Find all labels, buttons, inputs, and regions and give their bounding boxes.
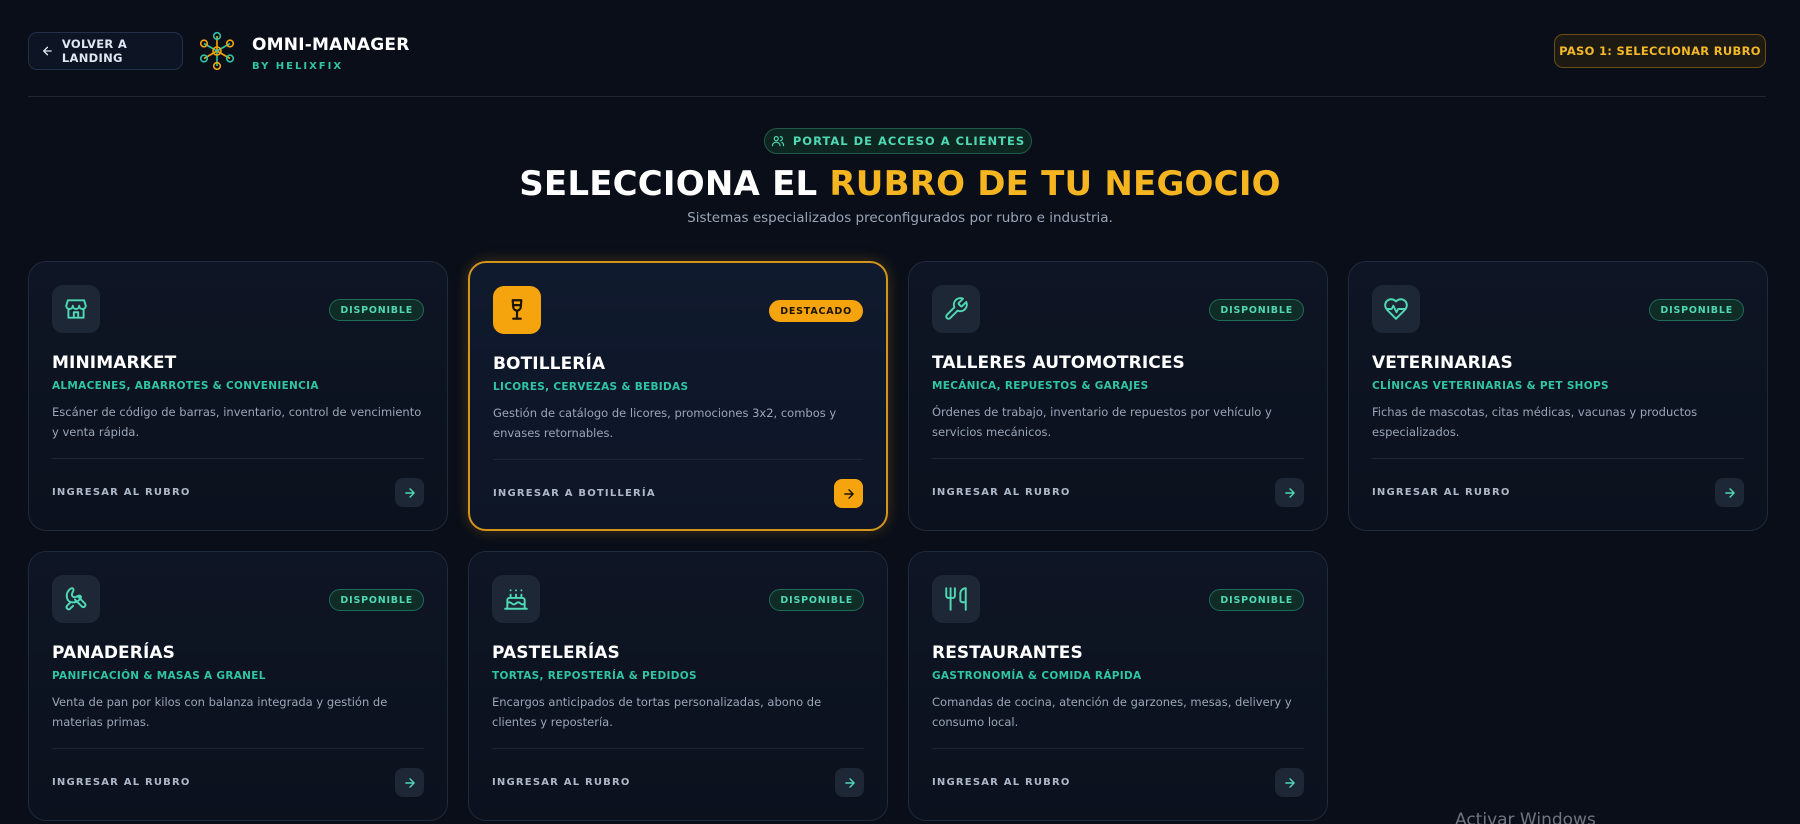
card-subtitle: PANIFICACIÓN & MASAS A GRANEL [52, 670, 266, 682]
enter-botilleria-button[interactable] [834, 479, 863, 508]
wine-glass-icon [511, 299, 523, 320]
arrow-right-icon [1284, 487, 1295, 498]
card-description: Comandas de cocina, atención de garzones… [932, 695, 1292, 729]
status-badge: DISPONIBLE [1649, 299, 1744, 321]
enter-rubro-link[interactable]: INGRESAR AL RUBRO [492, 777, 631, 788]
status-badge: DISPONIBLE [769, 589, 864, 611]
card-icon-box [1372, 285, 1420, 333]
card-subtitle: GASTRONOMÍA & COMIDA RÁPIDA [932, 670, 1142, 682]
card-description: Órdenes de trabajo, inventario de repues… [932, 405, 1272, 439]
enter-rubro-button[interactable] [1275, 478, 1304, 507]
card-icon-box [493, 286, 541, 334]
card-divider [1372, 458, 1744, 459]
step-indicator-badge: PASO 1: SELECCIONAR RUBRO [1554, 34, 1766, 68]
card-description: Encargos anticipados de tortas personali… [492, 695, 822, 729]
featured-badge: DESTACADO [769, 300, 863, 322]
portal-pill-label: PORTAL DE ACCESO A CLIENTES [792, 134, 1026, 148]
card-icon-box [492, 575, 540, 623]
users-icon [771, 136, 784, 147]
business-card-veterinarias[interactable]: DISPONIBLE VETERINARIAS CLÍNICAS VETERIN… [1348, 261, 1768, 531]
card-title: PASTELERÍAS [492, 643, 620, 663]
card-divider [493, 459, 863, 460]
enter-rubro-button[interactable] [835, 768, 864, 797]
card-subtitle: TORTAS, REPOSTERÍA & PEDIDOS [492, 670, 697, 682]
card-title: VETERINARIAS [1372, 353, 1513, 373]
business-card-pastelerias[interactable]: DISPONIBLE PASTELERÍAS TORTAS, REPOSTERÍ… [468, 551, 888, 821]
arrow-left-icon [43, 46, 52, 56]
enter-rubro-link[interactable]: INGRESAR AL RUBRO [932, 487, 1071, 498]
enter-rubro-link[interactable]: INGRESAR AL RUBRO [1372, 487, 1511, 498]
enter-rubro-button[interactable] [395, 478, 424, 507]
business-card-minimarket[interactable]: DISPONIBLE MINIMARKET ALMACENES, ABARROT… [28, 261, 448, 531]
enter-rubro-link[interactable]: INGRESAR AL RUBRO [932, 777, 1071, 788]
card-title: BOTILLERÍA [493, 354, 606, 374]
card-description: Gestión de catálogo de licores, promocio… [493, 406, 837, 440]
card-subtitle: CLÍNICAS VETERINARIAS & PET SHOPS [1372, 380, 1609, 392]
card-description: Fichas de mascotas, citas médicas, vacun… [1372, 405, 1698, 439]
store-icon [65, 299, 87, 319]
page-subtitle: Sistemas especializados preconfigurados … [687, 210, 1113, 226]
card-title: MINIMARKET [52, 353, 177, 373]
arrow-right-icon [843, 488, 854, 499]
status-badge: DISPONIBLE [329, 589, 424, 611]
enter-rubro-button[interactable] [1715, 478, 1744, 507]
status-badge: DISPONIBLE [329, 299, 424, 321]
brand-name: OMNI-MANAGER [252, 35, 410, 55]
card-subtitle: MECÁNICA, REPUESTOS & GARAJES [932, 380, 1149, 392]
card-description: Escáner de código de barras, inventario,… [52, 405, 422, 439]
windows-activation-watermark: Activar Windows [1455, 810, 1596, 824]
status-badge: DISPONIBLE [1209, 299, 1304, 321]
cake-icon [504, 589, 528, 610]
utensils-icon [945, 587, 967, 611]
card-icon-box [932, 575, 980, 623]
enter-rubro-button[interactable] [1275, 768, 1304, 797]
enter-botilleria-link[interactable]: INGRESAR A BOTILLERÍA [493, 488, 656, 499]
card-description: Venta de pan por kilos con balanza integ… [52, 695, 388, 729]
enter-rubro-button[interactable] [395, 768, 424, 797]
card-divider [932, 748, 1304, 749]
brand-subtitle: BY HELIXFIX [252, 61, 344, 72]
card-subtitle: ALMACENES, ABARROTES & CONVENIENCIA [52, 380, 319, 392]
arrow-right-icon [1724, 487, 1735, 498]
croissant-icon [65, 587, 87, 611]
heart-pulse-icon [1384, 298, 1408, 320]
business-card-botilleria[interactable]: DESTACADO BOTILLERÍA LICORES, CERVEZAS &… [468, 261, 888, 531]
page-title: SELECCIONA EL RUBRO DE TU NEGOCIO [0, 164, 1800, 204]
card-subtitle: LICORES, CERVEZAS & BEBIDAS [493, 381, 689, 393]
back-button-label: VOLVER A LANDING [61, 37, 128, 65]
card-divider [52, 748, 424, 749]
top-header: VOLVER A LANDING OMNI-MANAGER BY HELIXFI… [28, 28, 1766, 97]
card-divider [932, 458, 1304, 459]
wrench-icon [945, 297, 968, 320]
arrow-right-icon [844, 777, 855, 788]
card-divider [52, 458, 424, 459]
card-icon-box [52, 575, 100, 623]
enter-rubro-link[interactable]: INGRESAR AL RUBRO [52, 777, 191, 788]
business-card-talleres[interactable]: DISPONIBLE TALLERES AUTOMOTRICES MECÁNIC… [908, 261, 1328, 531]
card-icon-box [52, 285, 100, 333]
arrow-right-icon [404, 487, 415, 498]
client-portal-pill: PORTAL DE ACCESO A CLIENTES [764, 128, 1032, 154]
back-to-landing-button[interactable]: VOLVER A LANDING [28, 32, 183, 70]
arrow-right-icon [404, 777, 415, 788]
card-title: TALLERES AUTOMOTRICES [932, 353, 1185, 373]
business-card-restaurantes[interactable]: DISPONIBLE RESTAURANTES GASTRONOMÍA & CO… [908, 551, 1328, 821]
card-title: RESTAURANTES [932, 643, 1083, 663]
card-title: PANADERÍAS [52, 643, 175, 663]
arrow-right-icon [1284, 777, 1295, 788]
hexagon-network-logo-icon [199, 31, 235, 71]
status-badge: DISPONIBLE [1209, 589, 1304, 611]
page-title-main: SELECCIONA EL [519, 164, 830, 204]
card-icon-box [932, 285, 980, 333]
card-divider [492, 748, 864, 749]
business-card-panaderias[interactable]: DISPONIBLE PANADERÍAS PANIFICACIÓN & MAS… [28, 551, 448, 821]
enter-rubro-link[interactable]: INGRESAR AL RUBRO [52, 487, 191, 498]
page-title-accent: RUBRO DE TU NEGOCIO [829, 164, 1281, 204]
